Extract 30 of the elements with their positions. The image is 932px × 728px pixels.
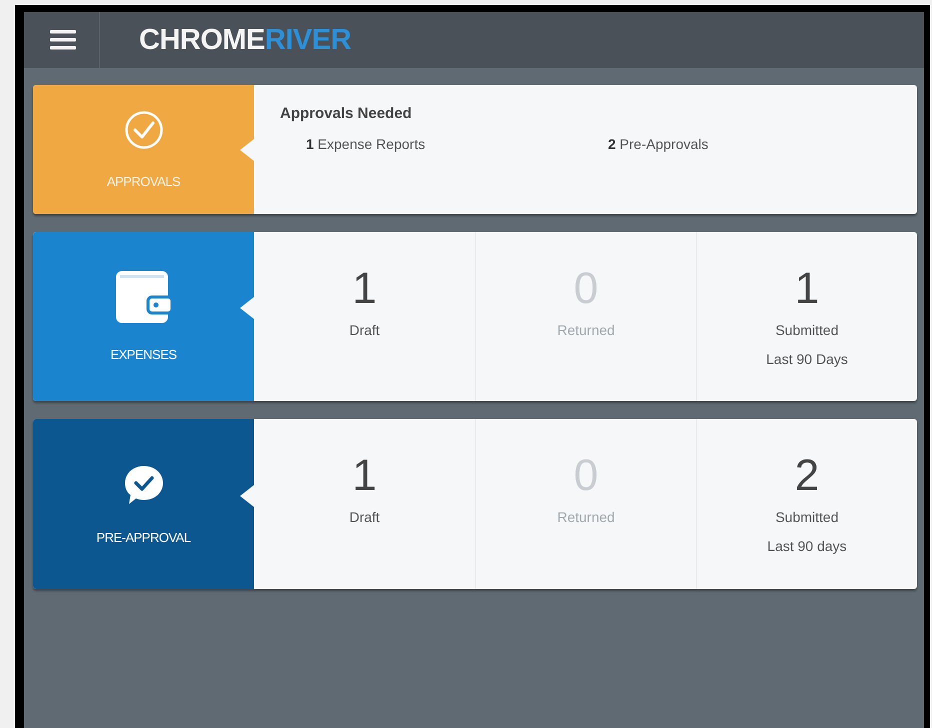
section-heading: Approvals Needed (280, 105, 413, 122)
period-label: Last 90 Days (766, 350, 848, 369)
count-label: Submitted (775, 508, 839, 527)
period-label: Last 90 days (767, 537, 847, 556)
menu-icon (50, 30, 76, 50)
pointer-notch (240, 138, 254, 160)
checkmark-circle-icon (124, 110, 164, 150)
chat-checkmark-icon (122, 464, 164, 506)
count-value[interactable]: 1 (352, 452, 377, 500)
category-label: APPROVALS (106, 174, 180, 189)
count-label: Returned (557, 508, 615, 527)
approval-count-link[interactable]: 1 Expense Reports (306, 136, 608, 152)
dashboard-card[interactable]: APPROVALS Approvals Needed 1 Expense Reports 2 Pre-Approvals (33, 85, 917, 214)
count-label: Draft (349, 321, 380, 340)
pointer-notch (240, 484, 254, 506)
wallet-icon (116, 271, 172, 323)
category-panel[interactable]: PRE-APPROVAL (33, 419, 254, 589)
approval-count-link[interactable]: 2 Pre-Approvals (608, 136, 910, 152)
logo-text: CHROME (139, 24, 265, 56)
count-value[interactable]: 2 (794, 452, 820, 500)
category-panel[interactable]: EXPENSES (33, 232, 254, 401)
count-value[interactable]: 1 (352, 265, 377, 313)
logo-text: RIVER (264, 24, 352, 56)
category-label: EXPENSES (110, 347, 177, 362)
count-label: Draft (349, 508, 380, 527)
count-value[interactable]: 1 (794, 265, 820, 313)
category-label: PRE-APPROVAL (96, 530, 191, 544)
count-label: Submitted (775, 321, 839, 340)
count-label: Returned (557, 321, 615, 340)
pointer-notch (240, 297, 254, 320)
